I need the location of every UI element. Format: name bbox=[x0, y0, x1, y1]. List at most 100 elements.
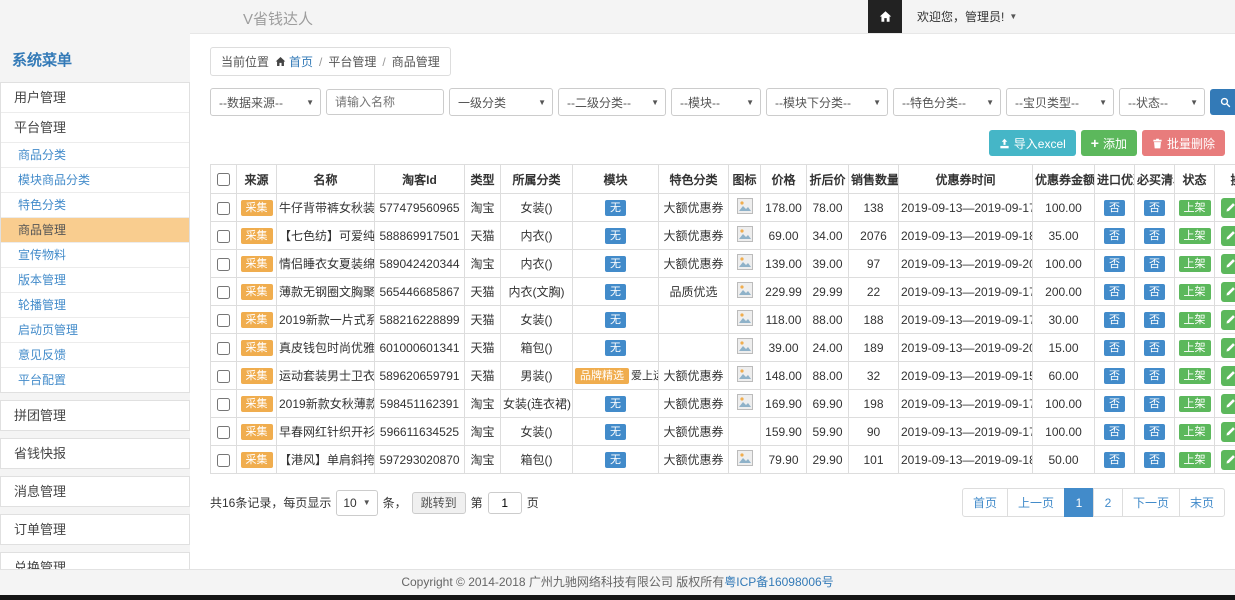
must-buy-badge[interactable]: 否 bbox=[1144, 452, 1165, 468]
row-checkbox[interactable] bbox=[217, 230, 230, 243]
import-select-badge[interactable]: 否 bbox=[1104, 228, 1125, 244]
import-select-badge[interactable]: 否 bbox=[1104, 200, 1125, 216]
edit-button[interactable] bbox=[1221, 338, 1235, 358]
status-badge[interactable]: 上架 bbox=[1179, 312, 1211, 328]
filter-select[interactable]: --模块--▼ bbox=[671, 88, 761, 116]
must-buy-badge[interactable]: 否 bbox=[1144, 312, 1165, 328]
must-buy-badge[interactable]: 否 bbox=[1144, 256, 1165, 272]
edit-button[interactable] bbox=[1221, 394, 1235, 414]
search-button[interactable]: 查询 bbox=[1210, 89, 1235, 115]
sidebar-item[interactable]: 平台配置 bbox=[1, 367, 189, 392]
status-badge[interactable]: 上架 bbox=[1179, 396, 1211, 412]
sidebar-item[interactable]: 宣传物料 bbox=[1, 242, 189, 267]
import-select-badge[interactable]: 否 bbox=[1104, 368, 1125, 384]
sidebar-item[interactable]: 版本管理 bbox=[1, 267, 189, 292]
edit-button[interactable] bbox=[1221, 254, 1235, 274]
page-button[interactable]: 上一页 bbox=[1007, 488, 1065, 517]
row-checkbox[interactable] bbox=[217, 370, 230, 383]
edit-button[interactable] bbox=[1221, 422, 1235, 442]
status-badge[interactable]: 上架 bbox=[1179, 284, 1211, 300]
edit-button[interactable] bbox=[1221, 450, 1235, 470]
table-row: 采集2019新款女秋薄款...598451162391淘宝女装(连衣裙)无大额优… bbox=[211, 390, 1235, 418]
sidebar-item[interactable]: 商品分类 bbox=[1, 142, 189, 167]
status-badge[interactable]: 上架 bbox=[1179, 452, 1211, 468]
sidebar-item[interactable]: 商品管理 bbox=[1, 217, 189, 242]
feature-category: 品质优选 bbox=[659, 278, 729, 306]
edit-button[interactable] bbox=[1221, 366, 1235, 386]
import-select-badge[interactable]: 否 bbox=[1104, 340, 1125, 356]
sidebar-item[interactable]: 省钱快报 bbox=[1, 439, 189, 468]
row-checkbox[interactable] bbox=[217, 342, 230, 355]
filter-select[interactable]: --宝贝类型--▼ bbox=[1006, 88, 1114, 116]
edit-button[interactable] bbox=[1221, 226, 1235, 246]
status-badge[interactable]: 上架 bbox=[1179, 368, 1211, 384]
edit-button[interactable] bbox=[1221, 198, 1235, 218]
sidebar-item[interactable]: 轮播管理 bbox=[1, 292, 189, 317]
breadcrumb-home-link[interactable]: 首页 bbox=[275, 53, 313, 70]
icp-link[interactable]: 粤ICP备16098006号 bbox=[724, 575, 833, 589]
page-button[interactable]: 末页 bbox=[1179, 488, 1225, 517]
edit-button[interactable] bbox=[1221, 282, 1235, 302]
per-page-select[interactable]: 10 ▼ bbox=[336, 490, 377, 516]
status-badge[interactable]: 上架 bbox=[1179, 228, 1211, 244]
sidebar-item[interactable]: 模块商品分类 bbox=[1, 167, 189, 192]
sidebar-item[interactable]: 兑换管理 bbox=[1, 553, 189, 570]
row-checkbox[interactable] bbox=[217, 286, 230, 299]
row-checkbox[interactable] bbox=[217, 314, 230, 327]
sidebar-item[interactable]: 启动页管理 bbox=[1, 317, 189, 342]
edit-button[interactable] bbox=[1221, 310, 1235, 330]
import-select-badge[interactable]: 否 bbox=[1104, 256, 1125, 272]
page-button[interactable]: 下一页 bbox=[1122, 488, 1180, 517]
module-cell: 无 bbox=[573, 250, 659, 278]
must-buy-badge[interactable]: 否 bbox=[1144, 368, 1165, 384]
page-button[interactable]: 1 bbox=[1064, 488, 1094, 517]
sidebar-item[interactable]: 意见反馈 bbox=[1, 342, 189, 367]
import-select-badge[interactable]: 否 bbox=[1104, 424, 1125, 440]
must-buy-badge[interactable]: 否 bbox=[1144, 284, 1165, 300]
page-button[interactable]: 2 bbox=[1093, 488, 1123, 517]
product-name: 牛仔背带裤女秋装减龄... bbox=[277, 194, 375, 222]
must-buy-badge[interactable]: 否 bbox=[1144, 200, 1165, 216]
status-badge[interactable]: 上架 bbox=[1179, 256, 1211, 272]
filter-select[interactable]: --二级分类--▼ bbox=[558, 88, 666, 116]
sidebar-item[interactable]: 平台管理 bbox=[1, 112, 189, 142]
batch-delete-button[interactable]: 批量删除 bbox=[1142, 130, 1225, 156]
filter-select[interactable]: --模块下分类--▼ bbox=[766, 88, 888, 116]
must-buy-badge[interactable]: 否 bbox=[1144, 396, 1165, 412]
sidebar-item[interactable]: 拼团管理 bbox=[1, 401, 189, 430]
page-number-input[interactable] bbox=[488, 492, 522, 514]
sidebar-item[interactable]: 消息管理 bbox=[1, 477, 189, 506]
import-select-badge[interactable]: 否 bbox=[1104, 396, 1125, 412]
sidebar-item[interactable]: 用户管理 bbox=[1, 83, 189, 112]
import-excel-button[interactable]: 导入excel bbox=[989, 130, 1076, 156]
user-menu[interactable]: 欢迎您，管理员! ▼ bbox=[902, 0, 1032, 33]
name-search-input[interactable] bbox=[326, 89, 444, 115]
row-checkbox[interactable] bbox=[217, 454, 230, 467]
row-checkbox[interactable] bbox=[217, 426, 230, 439]
must-buy-badge[interactable]: 否 bbox=[1144, 340, 1165, 356]
add-button[interactable]: + 添加 bbox=[1081, 130, 1137, 156]
row-checkbox[interactable] bbox=[217, 398, 230, 411]
must-buy-badge[interactable]: 否 bbox=[1144, 424, 1165, 440]
sidebar-item[interactable]: 特色分类 bbox=[1, 192, 189, 217]
row-checkbox[interactable] bbox=[217, 202, 230, 215]
status-badge[interactable]: 上架 bbox=[1179, 340, 1211, 356]
records-info: 共16条记录，每页显示 10 ▼ 条， 跳转到 第 页 bbox=[210, 490, 539, 516]
filter-select[interactable]: --数据来源--▼ bbox=[210, 88, 321, 116]
image-icon bbox=[737, 282, 753, 298]
filter-select[interactable]: --特色分类--▼ bbox=[893, 88, 1001, 116]
home-button[interactable] bbox=[868, 0, 902, 33]
import-select-badge[interactable]: 否 bbox=[1104, 452, 1125, 468]
import-select-badge[interactable]: 否 bbox=[1104, 284, 1125, 300]
status-badge[interactable]: 上架 bbox=[1179, 424, 1211, 440]
status-badge[interactable]: 上架 bbox=[1179, 200, 1211, 216]
select-all-checkbox[interactable] bbox=[217, 173, 230, 186]
row-checkbox[interactable] bbox=[217, 258, 230, 271]
filter-select[interactable]: 一级分类▼ bbox=[449, 88, 553, 116]
filter-select[interactable]: --状态--▼ bbox=[1119, 88, 1205, 116]
jump-button[interactable]: 跳转到 bbox=[412, 492, 466, 514]
import-select-badge[interactable]: 否 bbox=[1104, 312, 1125, 328]
must-buy-badge[interactable]: 否 bbox=[1144, 228, 1165, 244]
page-button[interactable]: 首页 bbox=[962, 488, 1008, 517]
sidebar-item[interactable]: 订单管理 bbox=[1, 515, 189, 544]
